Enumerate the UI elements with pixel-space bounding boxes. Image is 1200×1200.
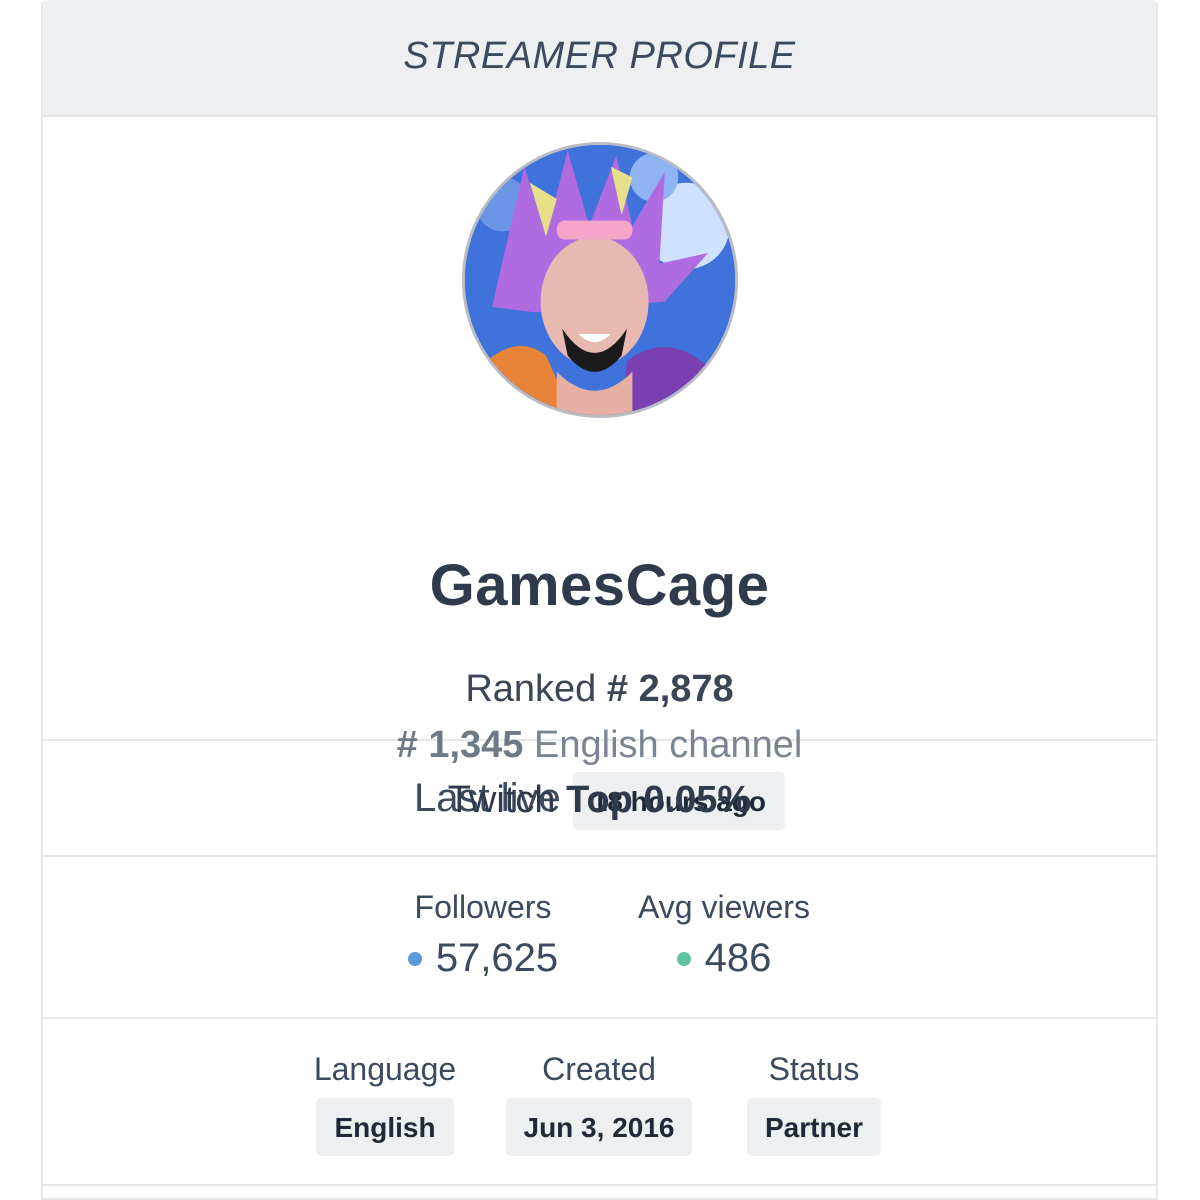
followers-label: Followers xyxy=(414,889,552,925)
status-label: Status xyxy=(768,1051,860,1087)
overall-rank-prefix: Ranked xyxy=(465,668,597,710)
language-rank-suffix: English channel xyxy=(534,724,803,766)
language-label: Language xyxy=(313,1051,457,1087)
avg-viewers-value-row: 486 xyxy=(619,936,829,981)
followers-stat: Followers 57,625 xyxy=(383,889,583,981)
top-percentile-prefix: Twitch xyxy=(447,779,556,821)
language-rank-value: # 1,345 xyxy=(396,724,524,766)
status-meta: Status Partner xyxy=(739,1051,889,1156)
card-title: STREAMER PROFILE xyxy=(403,35,796,77)
avg-viewers-dot-icon xyxy=(676,951,691,966)
card-header: STREAMER PROFILE xyxy=(43,0,1156,117)
overall-rank-value: # 2,878 xyxy=(606,668,734,710)
followers-value: 57,625 xyxy=(435,936,559,980)
avg-viewers-stat: Avg viewers 486 xyxy=(619,889,829,981)
language-badge: English xyxy=(316,1098,454,1156)
avatar-illustration xyxy=(465,145,735,415)
overall-rank: Ranked # 2,878 xyxy=(43,670,1156,708)
top-percentile: Twitch Top 0.05% xyxy=(43,781,1156,819)
status-badge: Partner xyxy=(746,1098,882,1156)
avg-viewers-label: Avg viewers xyxy=(638,889,810,925)
profile-section: GamesCage Ranked # 2,878 # 1,345 English… xyxy=(43,117,1156,819)
created-label: Created xyxy=(542,1051,656,1087)
created-meta: Created Jun 3, 2016 xyxy=(499,1051,699,1156)
language-meta: Language English xyxy=(305,1051,465,1156)
avatar[interactable] xyxy=(462,142,738,418)
streamer-profile-card: STREAMER PROFILE GamesCage Ranked # 2,87… xyxy=(41,0,1158,1200)
meta-section: Language English Created Jun 3, 2016 Sta… xyxy=(43,1019,1156,1186)
stats-section: Followers 57,625 Avg viewers 486 xyxy=(43,857,1156,1019)
created-badge: Jun 3, 2016 xyxy=(505,1098,693,1156)
streamer-name: GamesCage xyxy=(429,553,770,618)
top-percentile-value: Top 0.05% xyxy=(566,779,752,821)
language-rank: # 1,345 English channel xyxy=(43,726,1156,764)
followers-dot-icon xyxy=(407,951,422,966)
followers-value-row: 57,625 xyxy=(383,936,583,981)
avg-viewers-value: 486 xyxy=(704,936,772,980)
